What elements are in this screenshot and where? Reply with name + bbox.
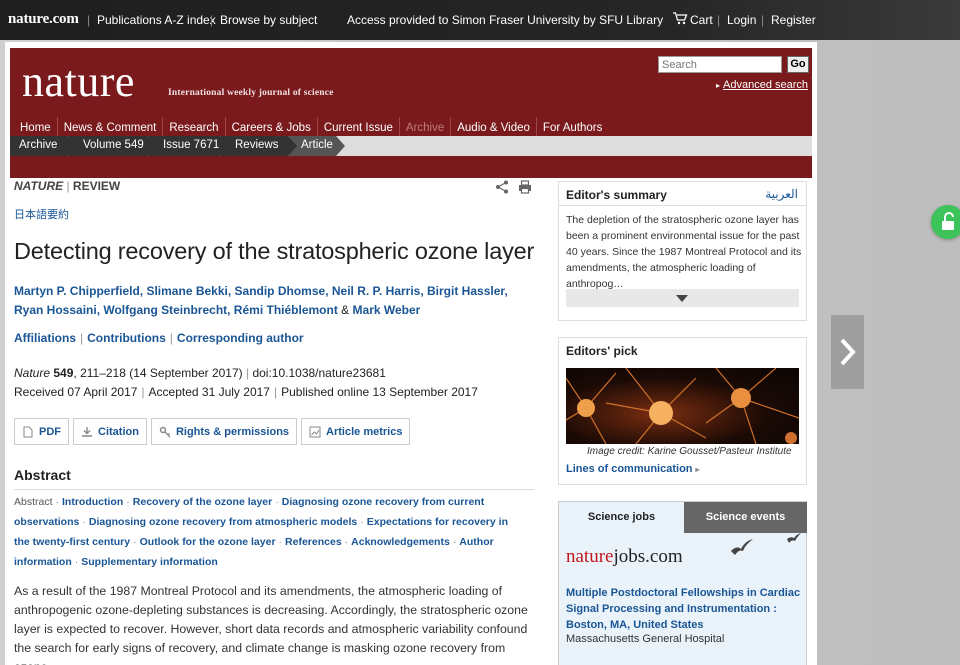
dates-line: Received 07 April 2017 | Accepted 31 July … <box>14 385 478 399</box>
editors-pick-heading: Editors' pick <box>566 344 638 358</box>
section-links: Abstract · Introduction · Recovery of the oz… <box>14 496 508 568</box>
divider <box>14 489 534 490</box>
arabic-link[interactable]: العربية <box>765 187 798 201</box>
editors-summary-text: The depletion of the stratospheric ozone… <box>566 214 802 290</box>
cart-icon[interactable] <box>672 11 688 25</box>
editors-pick-box: Editors' pick Image credit: Karine Gouss… <box>558 337 807 485</box>
abstract-text: As a result of the 1987 Montreal Protoco… <box>14 584 528 665</box>
article-title: Detecting recovery of the stratospheric … <box>14 238 535 264</box>
access-provided-text: Access provided to Simon Fraser Universi… <box>347 13 664 27</box>
publications-link[interactable]: Publications A-Z index <box>97 13 216 27</box>
job-organization: Massachusetts General Hospital <box>566 633 725 645</box>
jobs-box: Science jobs Science events naturejobs.c… <box>558 501 807 665</box>
author-link-weber[interactable]: Mark Weber <box>353 303 421 317</box>
article-type: NATURE | REVIEW <box>14 179 121 193</box>
download-icon <box>81 426 93 438</box>
toc-link[interactable]: Supplementary information <box>81 556 218 568</box>
breadcrumb-issue[interactable]: Issue 7671 <box>148 136 229 156</box>
image-credit: Image credit: Karine Gousset/Pasteur Ins… <box>587 446 792 457</box>
separator: | <box>210 13 214 27</box>
toc-link[interactable]: Diagnosing ozone recovery from atmospher… <box>89 516 357 528</box>
pdf-button[interactable]: PDF <box>14 418 69 445</box>
separator: | <box>717 13 721 27</box>
share-icon[interactable] <box>495 180 509 194</box>
toc-link[interactable]: Outlook for the ozone layer <box>140 536 276 548</box>
triangle-right-icon: ▸ <box>716 81 721 90</box>
register-link[interactable]: Register <box>771 13 816 27</box>
breadcrumb-archive[interactable]: Archive <box>10 136 77 156</box>
pdf-icon <box>22 426 34 438</box>
editors-pick-image[interactable] <box>566 368 799 444</box>
chevron-right-icon <box>840 338 856 366</box>
doi: doi:10.1038/nature23681 <box>252 366 386 380</box>
author-list: Martyn P. Chipperfield, Slimane Bekki, S… <box>14 282 524 320</box>
lines-of-communication-link[interactable]: Lines of communication ▸ <box>566 463 700 475</box>
tagline: International weekly journal of science <box>168 88 334 98</box>
abstract-heading: Abstract <box>14 467 71 483</box>
toc-link[interactable]: References <box>285 536 342 548</box>
breadcrumb-reviews[interactable]: Reviews <box>220 136 297 156</box>
nature-com-logo[interactable]: nature.com <box>8 11 79 28</box>
go-button[interactable]: Go <box>787 56 809 73</box>
advanced-search-link[interactable]: ▸ Advanced search <box>716 79 808 91</box>
author-info-links: Affiliations | Contributions | Corresponding… <box>14 331 304 345</box>
breadcrumb-volume[interactable]: Volume 549 <box>68 136 157 156</box>
search-input[interactable] <box>658 56 782 73</box>
ampersand: & <box>341 303 350 317</box>
breadcrumb: Archive Volume 549 Issue 7671 Reviews Ar… <box>10 136 812 156</box>
separator: | <box>87 13 91 27</box>
next-article-button[interactable] <box>831 315 864 389</box>
jobs-body: naturejobs.com Multiple Postdoctoral Fel… <box>559 533 806 665</box>
job-listing-link[interactable]: Multiple Postdoctoral Fellowships in Car… <box>566 585 802 633</box>
japanese-summary-link[interactable]: 日本語要約 <box>14 206 69 222</box>
naturejobs-logo[interactable]: naturejobs.com <box>566 546 683 568</box>
corresponding-author-link[interactable]: Corresponding author <box>177 331 304 345</box>
metrics-icon <box>309 426 321 438</box>
author-links-line1[interactable]: Martyn P. Chipperfield, Slimane Bekki, S… <box>14 282 524 301</box>
masthead: nature International weekly journal of s… <box>10 48 812 178</box>
chevron-down-icon <box>676 295 688 302</box>
citation-button[interactable]: Citation <box>73 418 147 445</box>
birds-icon <box>731 533 801 555</box>
unlock-icon <box>942 212 954 230</box>
expand-summary-button[interactable] <box>566 289 799 307</box>
toc-link[interactable]: Introduction <box>62 496 123 508</box>
tab-science-events[interactable]: Science events <box>684 502 807 533</box>
article-tools: PDF Citation Rights & permissions Articl… <box>14 418 411 445</box>
tab-science-jobs[interactable]: Science jobs <box>559 502 684 533</box>
global-bar: nature.com | Publications A-Z index | Br… <box>0 0 960 40</box>
affiliations-link[interactable]: Affiliations <box>14 331 76 345</box>
login-link[interactable]: Login <box>727 13 756 27</box>
toc-current: Abstract <box>14 496 53 508</box>
rights-permissions-button[interactable]: Rights & permissions <box>150 418 298 445</box>
author-links-line2[interactable]: Ryan Hossaini, Wolfgang Steinbrecht, Rém… <box>14 303 338 317</box>
print-icon[interactable] <box>518 180 532 194</box>
citation-line: Nature 549, 211–218 (14 September 2017) … <box>14 366 386 380</box>
separator: | <box>761 13 765 27</box>
browse-subject-link[interactable]: Browse by subject <box>220 13 317 27</box>
toc-link[interactable]: Recovery of the ozone layer <box>133 496 272 508</box>
page-container: nature International weekly journal of s… <box>5 42 817 665</box>
triangle-right-icon: ▸ <box>695 465 700 474</box>
nature-wordmark[interactable]: nature <box>22 56 135 107</box>
open-access-lock-button[interactable] <box>931 205 960 239</box>
editors-summary-box: Editor's summary العربية The depletion o… <box>558 181 807 321</box>
editors-summary-heading: Editor's summary <box>566 188 667 202</box>
article-metrics-button[interactable]: Article metrics <box>301 418 411 445</box>
key-icon <box>159 426 171 438</box>
contributions-link[interactable]: Contributions <box>87 331 166 345</box>
toc-link[interactable]: Acknowledgements <box>351 536 450 548</box>
cart-link[interactable]: Cart <box>690 13 713 27</box>
